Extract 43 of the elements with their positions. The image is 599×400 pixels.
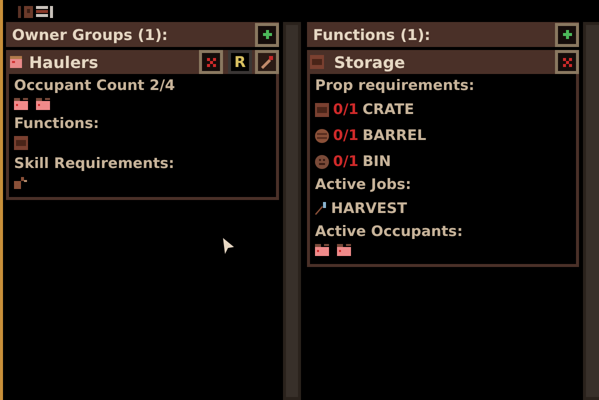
delete-button[interactable] [555,50,579,74]
occupant-count: Occupant Count 2/4 [14,77,176,96]
scrollbar[interactable] [583,22,599,400]
add-button[interactable] [255,22,279,46]
prop-count: 0/1 [333,102,358,118]
job-name: HARVEST [331,201,407,217]
barrel-icon [315,129,329,143]
crate-icon [315,103,329,117]
function-name: Storage [334,52,406,72]
crate-icon [14,136,28,150]
section-label: Prop requirements: [315,77,476,96]
prop-count: 0/1 [333,128,358,144]
section-title: Owner Groups (1): [12,26,168,44]
bin-icon [315,155,329,169]
person-icon [14,98,29,110]
section-label: Functions: [14,115,100,134]
section-label: Active Occupants: [315,223,464,242]
reserve-button[interactable]: R [228,50,252,74]
crate-icon [310,55,324,69]
prop-count: 0/1 [333,154,358,170]
group-name: Haulers [29,52,98,72]
scrollbar[interactable] [283,22,301,400]
person-icon [36,98,51,110]
pickaxe-icon [315,202,327,216]
prop-name: CRATE [362,102,414,118]
add-button[interactable] [555,22,579,46]
person-icon [315,244,330,256]
plus-icon [562,30,572,39]
delete-button[interactable] [199,50,223,74]
section-title: Functions (1): [313,26,430,44]
prop-name: BARREL [362,128,426,144]
cursor-icon [223,238,235,254]
close-icon [206,58,216,66]
close-icon [562,58,572,66]
edit-button[interactable] [255,50,279,74]
tool-icon [14,176,28,189]
person-icon [337,244,352,256]
section-label: Active Jobs: [315,176,412,195]
plus-icon [262,30,272,39]
person-icon [9,55,23,69]
brush-icon [260,55,274,69]
prop-name: BIN [362,154,392,170]
section-label: Skill Requirements: [14,155,176,174]
